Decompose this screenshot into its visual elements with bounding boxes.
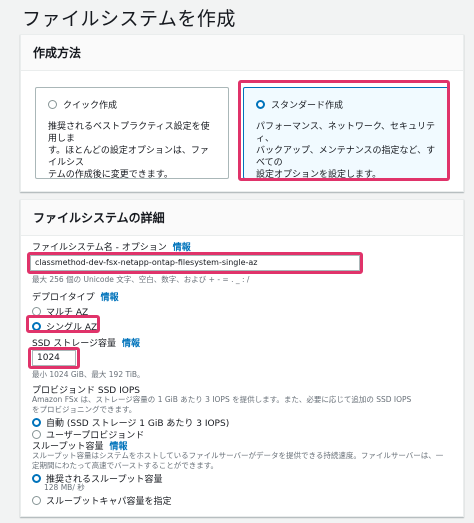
throughput-specify-option[interactable]: スループットキャパ容量を指定: [32, 494, 171, 507]
details-header: ファイルシステムの詳細: [21, 200, 463, 236]
page-title: ファイルシステムを作成: [22, 8, 236, 30]
single-az-highlight: [26, 315, 100, 333]
throughput-recommended-value: 128 MB/ 秒: [44, 483, 85, 492]
standard-create-highlight: [238, 80, 450, 181]
throughput-specify-radio[interactable]: [32, 496, 41, 505]
quick-create-label: クイック作成: [63, 101, 118, 111]
ssd-input-highlight: [28, 347, 80, 369]
deploy-info-link[interactable]: 情報: [101, 293, 119, 303]
quick-create-desc: 推奨されるベストプラクティス設定を使用しま す。ほとんどの設定オプションは、ファ…: [48, 122, 210, 180]
iops-user-radio[interactable]: [32, 430, 41, 439]
creation-method-header: 作成方法: [21, 35, 463, 71]
quick-create-tile[interactable]: クイック作成 推奨されるベストプラクティス設定を使用しま す。ほとんどの設定オプ…: [35, 87, 229, 180]
ssd-info-link[interactable]: 情報: [122, 339, 140, 349]
name-hint: 最大 256 個の Unicode 文字、空白、数字、および + - = . _…: [32, 275, 250, 284]
throughput-hint: スループット容量はシステムをホストしているファイルサーバーがデータを提供できる持…: [32, 451, 444, 470]
iops-hint: Amazon FSx は、ストレージ容量の 1 GiB あたり 3 IOPS を…: [32, 395, 412, 414]
ssd-hint: 最小 1024 GiB、最大 192 TiB。: [32, 370, 145, 379]
quick-create-radio[interactable]: [48, 100, 57, 109]
deploy-type-label: デプロイタイプ 情報: [32, 293, 119, 303]
name-input-highlight: [27, 252, 363, 274]
iops-auto-radio[interactable]: [32, 418, 41, 427]
throughput-recommended-radio[interactable]: [32, 474, 41, 483]
